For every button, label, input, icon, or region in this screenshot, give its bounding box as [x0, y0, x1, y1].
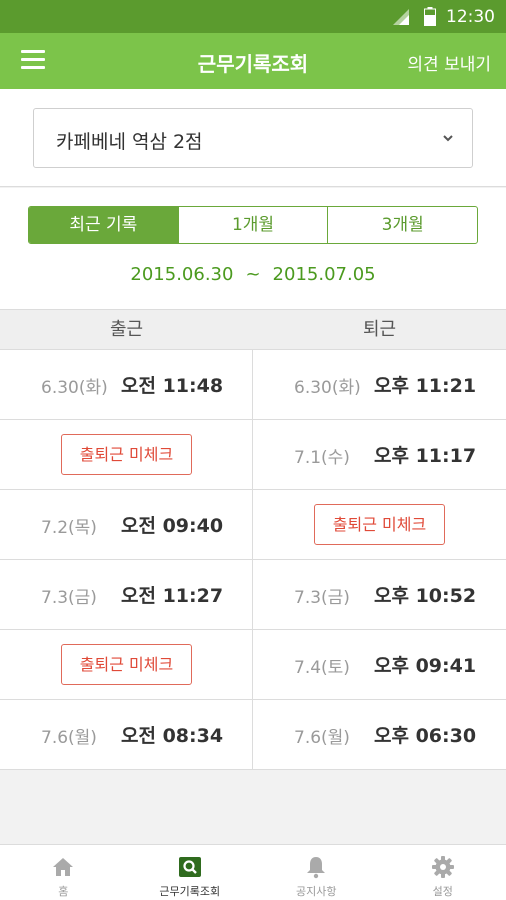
record-time: 오전 11:48: [121, 375, 224, 397]
missing-check-badge[interactable]: 출퇴근 미체크: [61, 644, 192, 685]
missing-check-badge[interactable]: 출퇴근 미체크: [314, 504, 445, 545]
bell-icon: [307, 857, 326, 879]
clock-out-cell: 7.3(금) 오후 10:52: [253, 560, 506, 629]
clock-in-cell: 출퇴근 미체크: [0, 420, 253, 489]
nav-label: 설정: [432, 885, 453, 898]
date-range-end: 2015.07.05: [272, 264, 376, 285]
battery-icon: [424, 7, 436, 26]
record-time: 오후 09:41: [374, 655, 477, 677]
search-icon: [178, 857, 201, 877]
record-time: 오전 11:27: [121, 585, 224, 607]
store-section: 카페베네 역삼 2점: [0, 89, 506, 187]
record-date: 7.2(목): [41, 518, 97, 538]
chevron-down-icon: [443, 135, 453, 142]
clock-in-cell: 7.2(목) 오전 09:40: [0, 490, 253, 559]
nav-item-home[interactable]: 홈: [0, 845, 127, 900]
missing-check-badge[interactable]: 출퇴근 미체크: [61, 434, 192, 475]
status-bar: 12:30: [0, 0, 506, 33]
store-dropdown-value: 카페베네 역삼 2점: [56, 131, 203, 153]
period-tabs: 최근 기록 1개월 3개월: [28, 206, 478, 244]
nav-label: 홈: [58, 885, 69, 898]
period-filter: 최근 기록 1개월 3개월 2015.06.30 ~2015.07.05: [0, 188, 506, 309]
date-range-start: 2015.06.30: [130, 264, 234, 285]
table-row: 7.6(월) 오전 08:34 7.6(월) 오후 06:30: [0, 700, 506, 770]
record-date: 6.30(화): [41, 378, 108, 398]
nav-item-records[interactable]: 근무기록조회: [127, 845, 254, 900]
clock-in-cell: 7.3(금) 오전 11:27: [0, 560, 253, 629]
record-date: 7.3(금): [41, 588, 97, 608]
status-time: 12:30: [446, 7, 495, 27]
home-icon: [53, 858, 74, 876]
clock-out-cell: 7.6(월) 오후 06:30: [253, 700, 506, 769]
record-date: 7.6(월): [294, 728, 350, 748]
clock-out-header: 퇴근: [362, 319, 397, 340]
bottom-nav: 홈 근무기록조회 공지사항 설정: [0, 844, 506, 900]
nav-label: 근무기록조회: [159, 885, 221, 898]
record-date: 6.30(화): [294, 378, 361, 398]
nav-item-settings[interactable]: 설정: [380, 845, 506, 900]
clock-in-cell: 출퇴근 미체크: [0, 630, 253, 699]
nav-item-notices[interactable]: 공지사항: [253, 845, 380, 900]
record-time: 오후 10:52: [374, 585, 477, 607]
clock-in-cell: 7.6(월) 오전 08:34: [0, 700, 253, 769]
table-row: 출퇴근 미체크 7.4(토) 오후 09:41: [0, 630, 506, 700]
clock-out-cell: 7.4(토) 오후 09:41: [253, 630, 506, 699]
record-time: 오후 11:21: [374, 375, 477, 397]
nav-label: 공지사항: [296, 885, 337, 898]
store-dropdown[interactable]: 카페베네 역삼 2점: [33, 108, 473, 168]
record-time: 오후 06:30: [374, 725, 477, 747]
date-range-separator: ~: [245, 264, 261, 285]
record-date: 7.4(토): [294, 658, 350, 678]
record-time: 오전 09:40: [121, 515, 224, 537]
clock-out-cell: 7.1(수) 오후 11:17: [253, 420, 506, 489]
table-row: 출퇴근 미체크 7.1(수) 오후 11:17: [0, 420, 506, 490]
gear-icon: [431, 856, 454, 878]
record-date: 7.3(금): [294, 588, 350, 608]
record-time: 오후 11:17: [374, 445, 477, 467]
table-row: 7.2(목) 오전 09:40 출퇴근 미체크: [0, 490, 506, 560]
clock-out-cell: 6.30(화) 오후 11:21: [253, 350, 506, 419]
records-table: 6.30(화) 오전 11:48 6.30(화) 오후 11:21 출퇴근 미체…: [0, 350, 506, 770]
tab-1-month[interactable]: 1개월: [177, 207, 328, 243]
signal-icon: [393, 9, 409, 25]
menu-icon[interactable]: [21, 50, 45, 72]
clock-in-header: 출근: [109, 319, 144, 340]
record-time: 오전 08:34: [121, 725, 224, 747]
record-date: 7.1(수): [294, 448, 350, 468]
tab-recent[interactable]: 최근 기록: [29, 207, 178, 243]
clock-out-cell: 출퇴근 미체크: [253, 490, 506, 559]
clock-in-cell: 6.30(화) 오전 11:48: [0, 350, 253, 419]
app-bar: 근무기록조회 의견 보내기: [0, 33, 506, 89]
record-date: 7.6(월): [41, 728, 97, 748]
table-row: 7.3(금) 오전 11:27 7.3(금) 오후 10:52: [0, 560, 506, 630]
table-row: 6.30(화) 오전 11:48 6.30(화) 오후 11:21: [0, 350, 506, 420]
tab-3-months[interactable]: 3개월: [327, 207, 477, 243]
send-feedback-button[interactable]: 의견 보내기: [407, 50, 491, 75]
records-column-header: 출근 퇴근: [0, 309, 506, 350]
date-range: 2015.06.30 ~2015.07.05: [0, 264, 506, 285]
